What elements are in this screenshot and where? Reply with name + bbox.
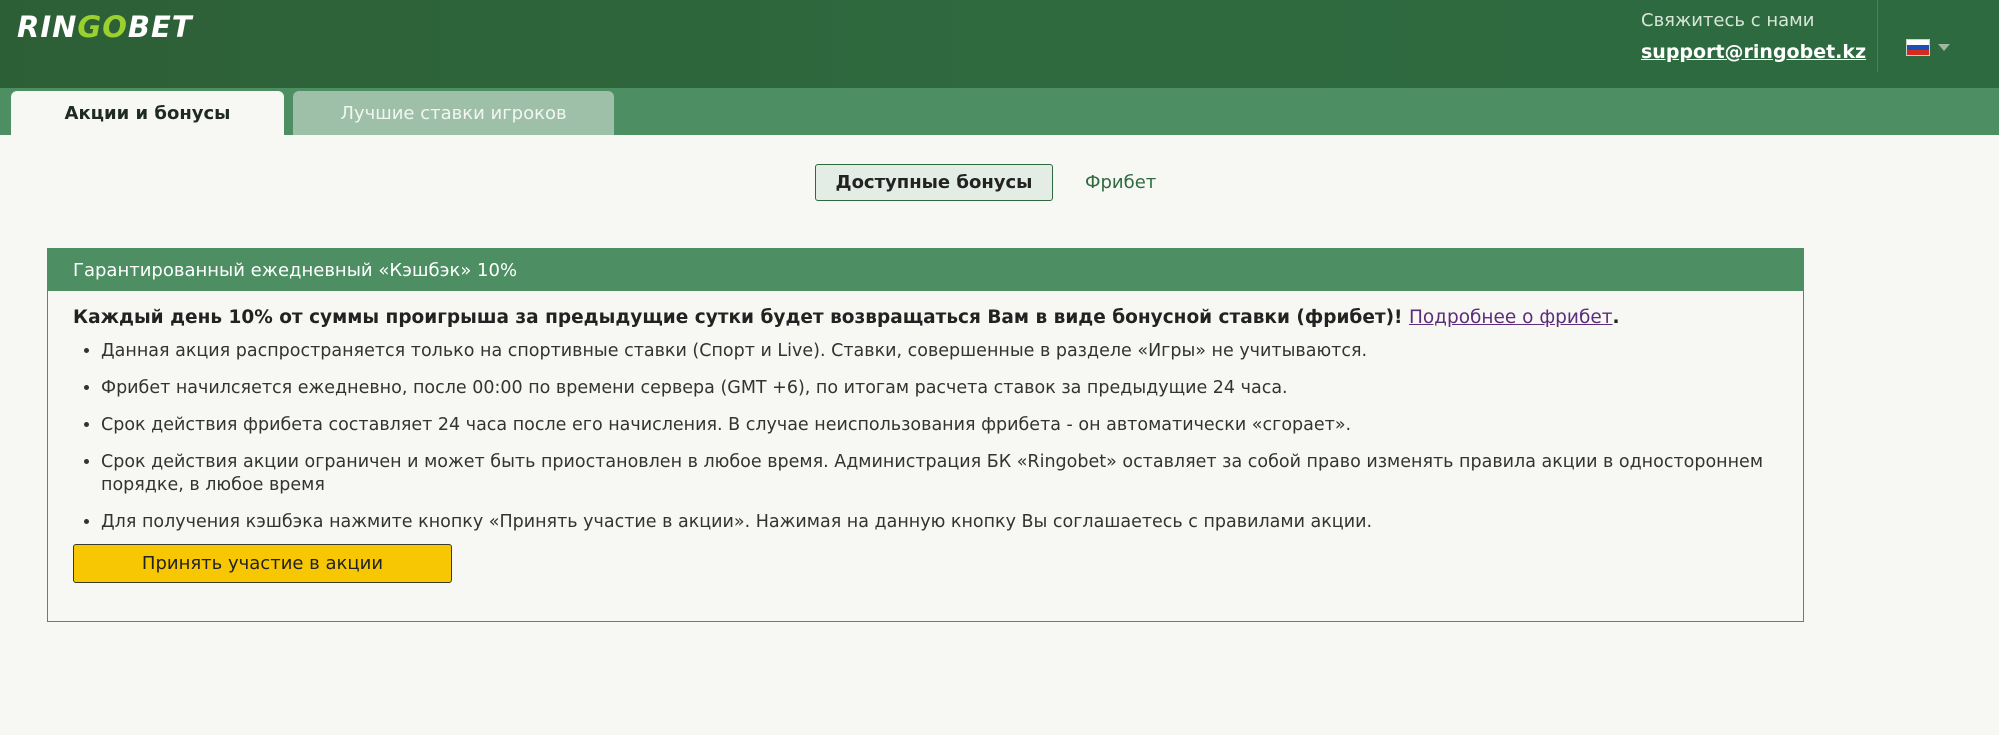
contact-label: Свяжитесь с нами <box>1641 10 1815 31</box>
support-email-link[interactable]: support@ringobet.kz <box>1641 41 1866 63</box>
join-promo-button[interactable]: Принять участие в акции <box>73 544 452 583</box>
bonus-subtabs: Доступные бонусы Фрибет <box>815 164 1156 201</box>
chevron-down-icon <box>1938 44 1950 51</box>
logo-part-bet: BET <box>127 10 193 44</box>
header-divider <box>1877 0 1878 72</box>
promo-lead: Каждый день 10% от суммы проигрыша за пр… <box>73 307 1778 328</box>
freebet-details-link[interactable]: Подробнее о фрибет <box>1409 307 1613 328</box>
main-tabbar: Акции и бонусы Лучшие ставки игроков <box>0 88 1999 135</box>
language-selector[interactable] <box>1906 39 1950 56</box>
subtab-freebet[interactable]: Фрибет <box>1085 172 1156 193</box>
ringobet-logo[interactable]: RINGOBET <box>17 10 193 44</box>
top-header: RINGOBET Свяжитесь с нами support@ringob… <box>0 0 1999 88</box>
flag-ru-icon <box>1906 39 1930 56</box>
promo-lead-text: Каждый день 10% от суммы проигрыша за пр… <box>73 307 1409 328</box>
logo-part-rin: RIN <box>17 10 78 44</box>
logo-part-go: GO <box>77 10 128 44</box>
promo-title: Гарантированный ежедневный «Кэшбэк» 10% <box>48 249 1803 291</box>
list-item: Для получения кэшбэка нажмите кнопку «Пр… <box>101 511 1778 534</box>
cashback-promo-card: Гарантированный ежедневный «Кэшбэк» 10% … <box>47 248 1804 622</box>
tab-promotions[interactable]: Акции и бонусы <box>11 91 284 135</box>
promo-lead-tail: . <box>1612 307 1620 328</box>
subtab-available-bonuses[interactable]: Доступные бонусы <box>815 164 1053 201</box>
contact-block: Свяжитесь с нами support@ringobet.kz <box>1641 10 1866 63</box>
list-item: Срок действия акции ограничен и может бы… <box>101 451 1778 497</box>
tab-best-bets[interactable]: Лучшие ставки игроков <box>293 91 614 135</box>
list-item: Данная акция распространяется только на … <box>101 340 1778 363</box>
list-item: Фрибет начилсяется ежедневно, после 00:0… <box>101 377 1778 400</box>
promo-body: Каждый день 10% от суммы проигрыша за пр… <box>48 291 1803 583</box>
list-item: Срок действия фрибета составляет 24 часа… <box>101 414 1778 437</box>
promo-rules-list: Данная акция распространяется только на … <box>73 340 1778 534</box>
